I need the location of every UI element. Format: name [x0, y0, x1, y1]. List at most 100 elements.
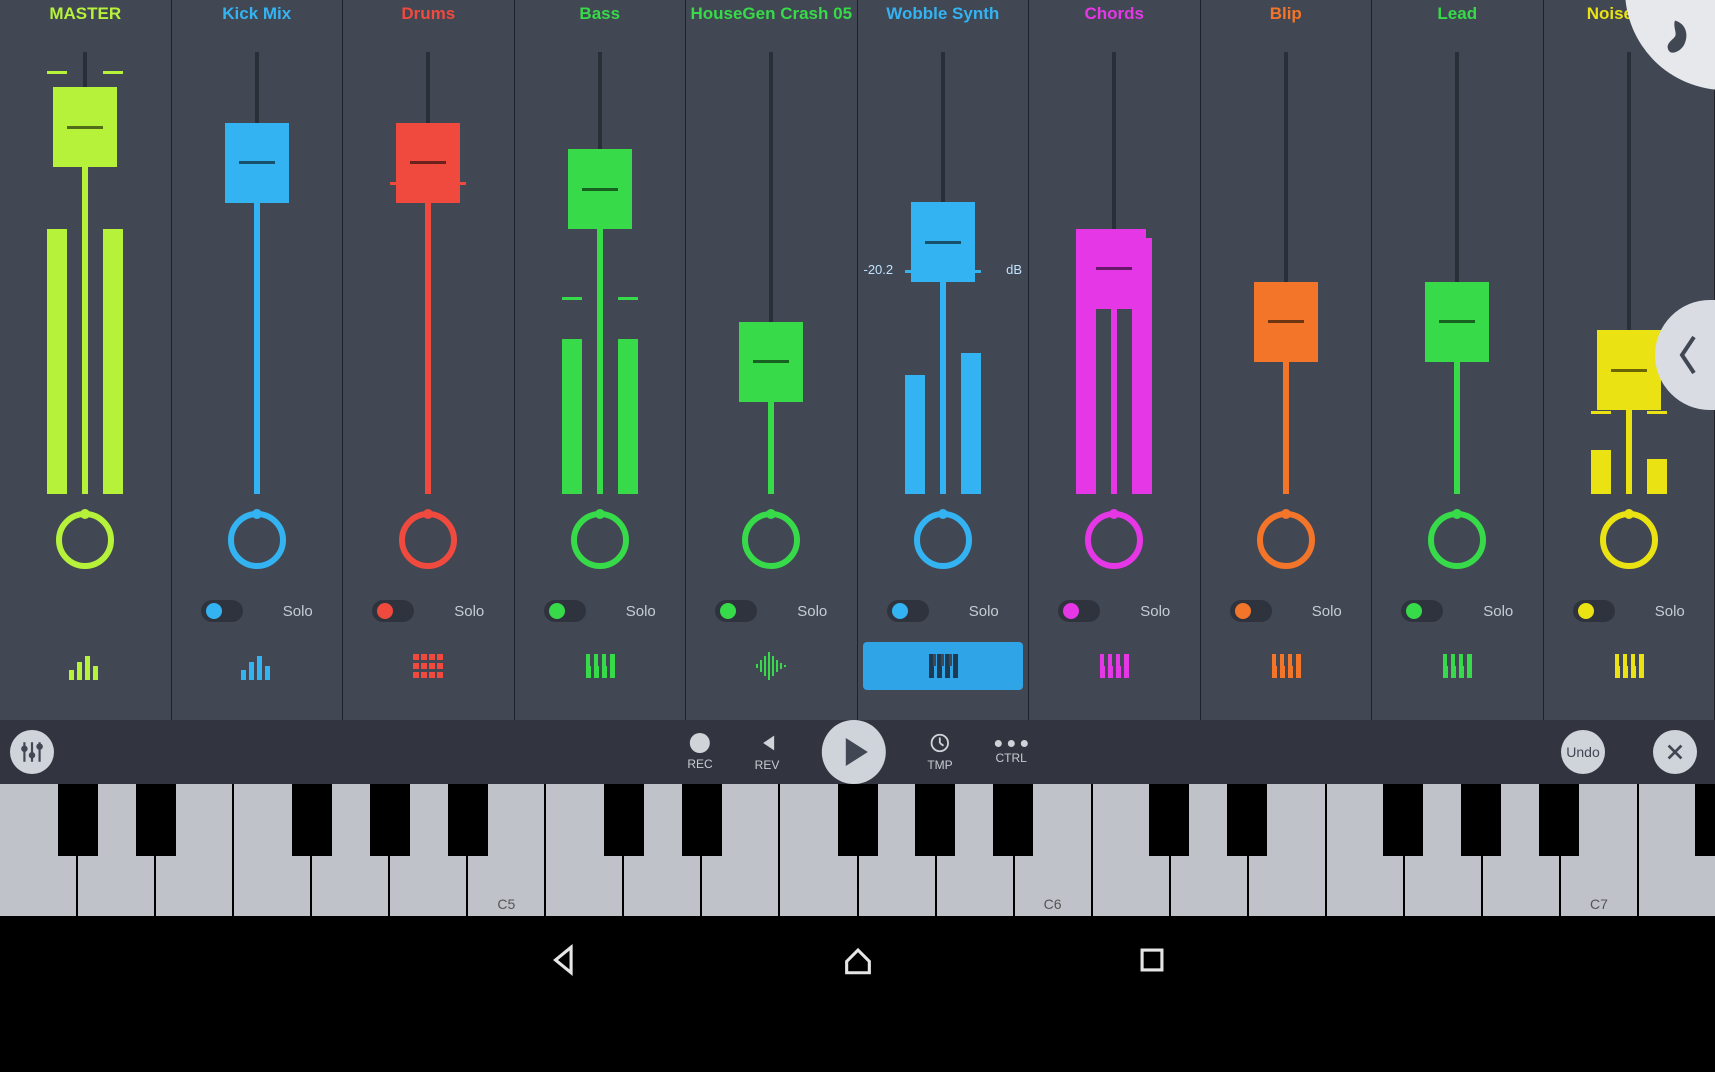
solo-button[interactable]: Solo — [626, 603, 656, 620]
channel-name: Lead — [1372, 4, 1543, 24]
recents-button[interactable] — [1135, 943, 1169, 982]
pan-knob[interactable] — [1252, 506, 1320, 574]
channel-select-button[interactable] — [5, 642, 165, 690]
channel-name: Wobble Synth — [858, 4, 1029, 24]
black-key[interactable] — [1695, 784, 1715, 856]
mute-toggle[interactable] — [544, 600, 586, 622]
channel-select-button[interactable] — [348, 642, 508, 690]
black-key[interactable] — [1461, 784, 1501, 856]
black-key[interactable] — [604, 784, 644, 856]
mixer-channel-bass: Bass Solo — [515, 0, 687, 720]
pan-knob[interactable] — [737, 506, 805, 574]
channel-select-button[interactable] — [863, 642, 1023, 690]
pan-knob[interactable] — [566, 506, 634, 574]
pan-knob[interactable] — [1595, 506, 1663, 574]
volume-fader[interactable] — [1029, 52, 1200, 494]
mixer-channel-wobble: Wobble Synth -20.2dB Solo — [858, 0, 1030, 720]
channel-select-button[interactable] — [1377, 642, 1537, 690]
channel-name: Bass — [515, 4, 686, 24]
channel-select-button[interactable] — [1206, 642, 1366, 690]
levels-button[interactable] — [10, 730, 54, 774]
mute-toggle[interactable] — [715, 600, 757, 622]
mute-toggle[interactable] — [1230, 600, 1272, 622]
mute-toggle[interactable] — [1573, 600, 1615, 622]
home-button[interactable] — [841, 943, 875, 982]
channel-select-button[interactable] — [691, 642, 851, 690]
pan-knob[interactable] — [223, 506, 291, 574]
pan-knob[interactable] — [909, 506, 977, 574]
pan-knob[interactable] — [1423, 506, 1491, 574]
mute-toggle[interactable] — [372, 600, 414, 622]
back-button[interactable] — [547, 943, 581, 982]
channel-name: MASTER — [0, 4, 171, 24]
black-key[interactable] — [58, 784, 98, 856]
volume-fader[interactable] — [1544, 52, 1715, 494]
solo-button[interactable]: Solo — [1655, 603, 1685, 620]
volume-fader[interactable] — [686, 52, 857, 494]
channel-select-button[interactable] — [1034, 642, 1194, 690]
instrument-icon — [1611, 650, 1647, 682]
channel-name: Blip — [1201, 4, 1372, 24]
mixer-channel-kickmix: Kick Mix Solo — [172, 0, 344, 720]
control-menu-button[interactable]: CTRL — [995, 740, 1028, 765]
channel-select-button[interactable] — [520, 642, 680, 690]
tempo-button[interactable]: TMP — [927, 732, 952, 772]
pan-knob[interactable] — [1080, 506, 1148, 574]
channel-select-button[interactable] — [177, 642, 337, 690]
channel-select-button[interactable] — [1549, 642, 1709, 690]
mixer-channel-chords: Chords Solo — [1029, 0, 1201, 720]
solo-button[interactable]: Solo — [1140, 603, 1170, 620]
solo-button[interactable]: Solo — [1483, 603, 1513, 620]
mute-toggle[interactable] — [1058, 600, 1100, 622]
undo-button[interactable]: Undo — [1561, 730, 1605, 774]
channel-name: Kick Mix — [172, 4, 343, 24]
instrument-icon — [1268, 650, 1304, 682]
key-label: C6 — [1044, 896, 1062, 912]
record-button[interactable]: REC — [687, 733, 712, 771]
volume-fader[interactable] — [515, 52, 686, 494]
black-key[interactable] — [993, 784, 1033, 856]
volume-fader[interactable]: -20.2dB — [858, 52, 1029, 494]
instrument-icon — [239, 650, 275, 682]
instrument-icon — [1096, 650, 1132, 682]
instrument-icon — [67, 650, 103, 682]
solo-button[interactable]: Solo — [969, 603, 999, 620]
volume-fader[interactable] — [343, 52, 514, 494]
instrument-icon — [1439, 650, 1475, 682]
play-button[interactable] — [821, 720, 885, 784]
black-key[interactable] — [915, 784, 955, 856]
channel-name: HouseGen Crash 05 — [686, 4, 857, 24]
volume-fader[interactable] — [0, 52, 171, 494]
volume-fader[interactable] — [1372, 52, 1543, 494]
channel-name: Drums — [343, 4, 514, 24]
mute-toggle[interactable] — [887, 600, 929, 622]
black-key[interactable] — [448, 784, 488, 856]
key-label: C5 — [497, 896, 515, 912]
solo-button[interactable]: Solo — [454, 603, 484, 620]
volume-fader[interactable] — [1201, 52, 1372, 494]
black-key[interactable] — [682, 784, 722, 856]
black-key[interactable] — [370, 784, 410, 856]
black-key[interactable] — [292, 784, 332, 856]
solo-button[interactable]: Solo — [283, 603, 313, 620]
solo-button[interactable]: Solo — [1312, 603, 1342, 620]
mute-toggle[interactable] — [201, 600, 243, 622]
android-navbar — [0, 916, 1715, 1008]
rewind-button[interactable]: REV — [755, 732, 780, 772]
volume-fader[interactable] — [172, 52, 343, 494]
mute-toggle[interactable] — [1401, 600, 1443, 622]
black-key[interactable] — [1383, 784, 1423, 856]
instrument-icon — [582, 650, 618, 682]
black-key[interactable] — [1539, 784, 1579, 856]
instrument-icon — [925, 650, 961, 682]
solo-button[interactable]: Solo — [797, 603, 827, 620]
black-key[interactable] — [1149, 784, 1189, 856]
black-key[interactable] — [838, 784, 878, 856]
black-key[interactable] — [1227, 784, 1267, 856]
pan-knob[interactable] — [394, 506, 462, 574]
pan-knob[interactable] — [51, 506, 119, 574]
mixer-channel-blip: Blip Solo — [1201, 0, 1373, 720]
channel-name: Chords — [1029, 4, 1200, 24]
black-key[interactable] — [136, 784, 176, 856]
close-button[interactable] — [1653, 730, 1697, 774]
